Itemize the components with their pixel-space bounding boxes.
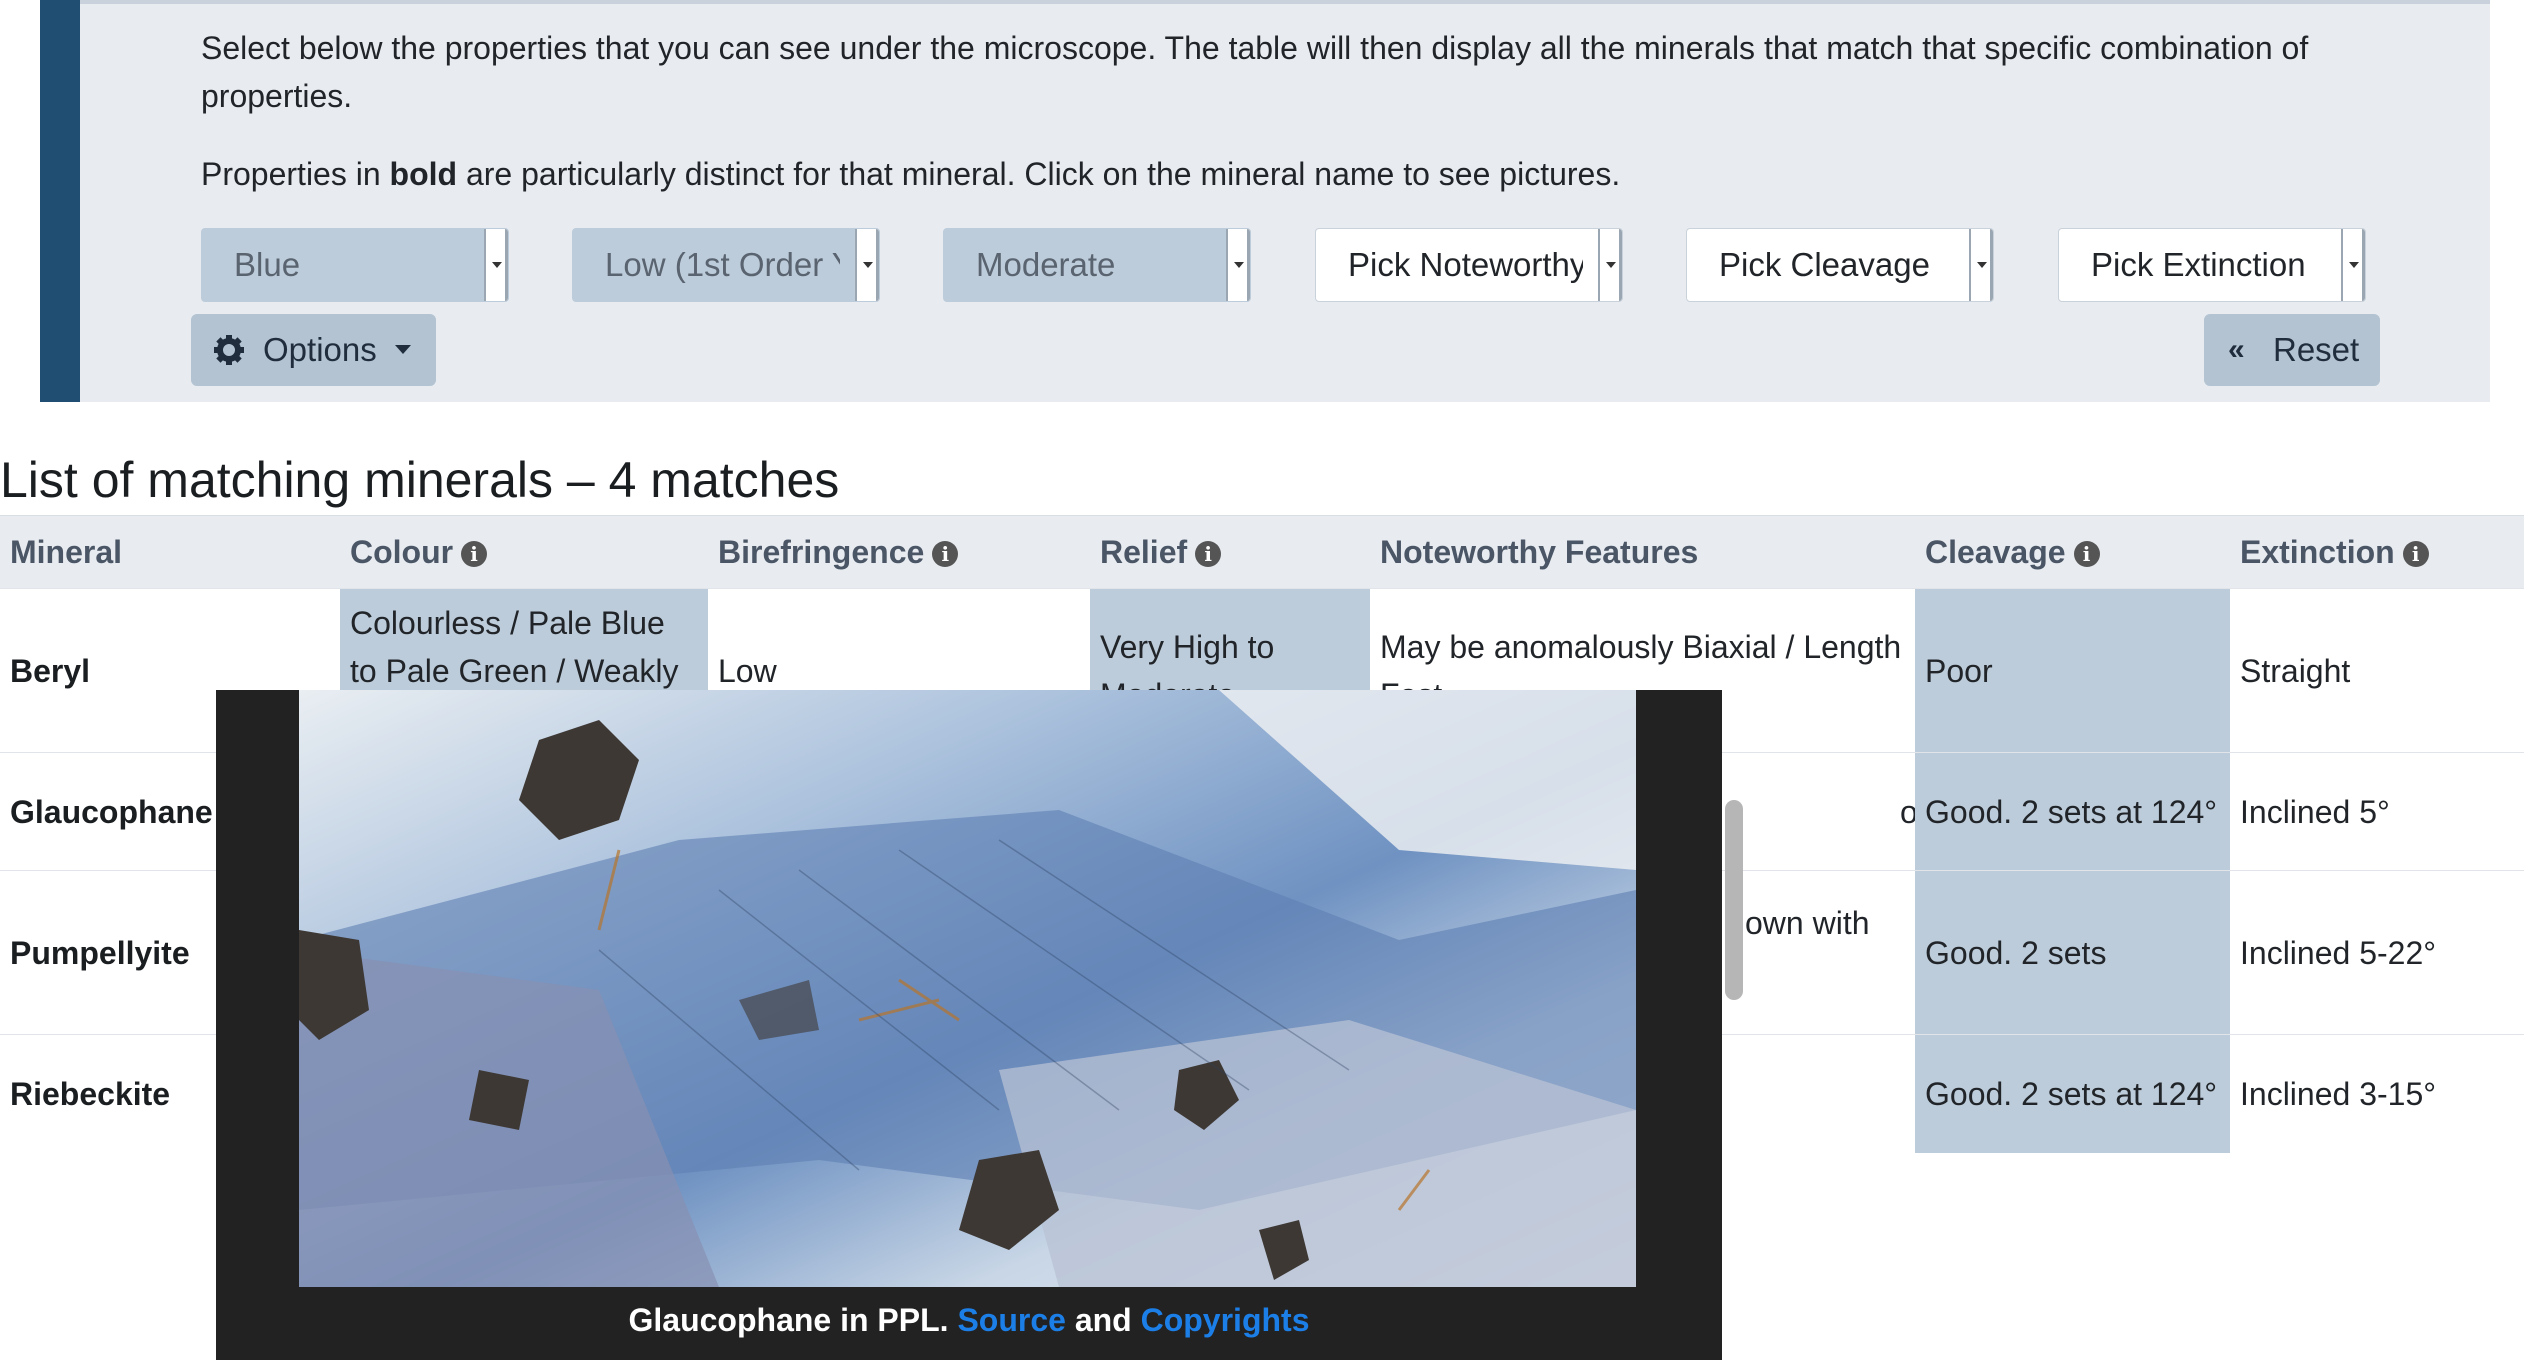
table-header-row: Mineral Colour i Birefringence i Relief i N… xyxy=(0,515,2524,589)
info-icon[interactable]: i xyxy=(2402,541,2429,568)
chevron-down-icon[interactable] xyxy=(1969,229,1993,301)
gear-icon xyxy=(213,314,245,413)
birefringence-select[interactable]: Low (1st Order Ye xyxy=(572,228,880,302)
caption-text: Glaucophane in PPL. xyxy=(628,1302,958,1338)
header-birefringence-label: Birefringence xyxy=(718,533,925,570)
colour-select[interactable]: Blue xyxy=(201,228,509,302)
header-colour[interactable]: Colour i xyxy=(340,515,708,589)
header-cleavage-label: Cleavage xyxy=(1925,533,2066,570)
intro-note-bold: bold xyxy=(389,156,458,192)
extinction-select[interactable]: Pick Extinction xyxy=(2058,228,2366,302)
photo-caption: Glaucophane in PPL. Source and Copyright… xyxy=(216,1290,1722,1350)
noteworthy-select[interactable]: Pick Noteworthy xyxy=(1315,228,1623,302)
header-mineral[interactable]: Mineral xyxy=(0,515,340,589)
caret-down-icon xyxy=(395,345,411,354)
cell-cleavage: Poor xyxy=(1915,588,2230,753)
reset-button-label: Reset xyxy=(2273,331,2360,368)
intro-bold-note: Properties in bold are particularly dist… xyxy=(201,150,1620,198)
chevron-down-icon[interactable] xyxy=(855,229,879,301)
cleavage-select[interactable]: Pick Cleavage xyxy=(1686,228,1994,302)
copyrights-link[interactable]: Copyrights xyxy=(1141,1302,1310,1338)
options-button-label: Options xyxy=(263,331,377,368)
header-extinction-label: Extinction xyxy=(2240,533,2395,570)
noteworthy-select-value: Pick Noteworthy xyxy=(1348,246,1583,283)
header-extinction[interactable]: Extinction i xyxy=(2230,515,2524,589)
cell-cleavage: Good. 2 sets xyxy=(1915,870,2230,1035)
cell-extinction: Inclined 5° xyxy=(2230,752,2524,871)
chevron-down-icon[interactable] xyxy=(484,229,508,301)
cell-extinction: Straight xyxy=(2230,588,2524,753)
cleavage-select-value: Pick Cleavage xyxy=(1719,246,1930,283)
relief-select[interactable]: Moderate xyxy=(943,228,1251,302)
cell-cleavage: Good. 2 sets at 124° xyxy=(1915,752,2230,871)
options-button[interactable]: Options xyxy=(191,314,436,386)
mineral-photo xyxy=(299,690,1636,1287)
mineral-image-popup[interactable]: Glaucophane in PPL. Source and Copyright… xyxy=(216,690,1722,1360)
info-icon[interactable]: i xyxy=(2073,541,2100,568)
header-relief-label: Relief xyxy=(1100,533,1188,570)
extinction-select-value: Pick Extinction xyxy=(2091,246,2306,283)
chevron-down-icon[interactable] xyxy=(1598,229,1622,301)
reset-button[interactable]: « Reset xyxy=(2204,314,2380,386)
cell-extinction: Inclined 5-22° xyxy=(2230,870,2524,1035)
results-title: List of matching minerals – 4 matches xyxy=(0,452,840,508)
info-icon[interactable]: i xyxy=(932,541,959,568)
cell-extinction: Inclined 3-15° xyxy=(2230,1034,2524,1153)
relief-select-value: Moderate xyxy=(976,246,1116,283)
header-birefringence[interactable]: Birefringence i xyxy=(708,515,1090,589)
double-chevron-left-icon: « xyxy=(2228,333,2245,366)
intro-note-prefix: Properties in xyxy=(201,156,390,192)
popup-scrollbar[interactable] xyxy=(1725,800,1743,1000)
cell-cleavage: Good. 2 sets at 124° xyxy=(1915,1034,2230,1153)
chevron-down-icon[interactable] xyxy=(1226,229,1250,301)
panel-accent-bar xyxy=(40,0,80,402)
intro-text: Select below the properties that you can… xyxy=(201,30,2309,114)
chevron-down-icon[interactable] xyxy=(2341,229,2365,301)
caption-and: and xyxy=(1065,1302,1141,1338)
info-icon[interactable]: i xyxy=(1195,541,1222,568)
intro-note-suffix: are particularly distinct for that miner… xyxy=(457,156,1621,192)
colour-select-value: Blue xyxy=(234,246,301,283)
birefringence-select-value: Low (1st Order Ye xyxy=(605,246,840,283)
source-link[interactable]: Source xyxy=(957,1302,1065,1338)
info-icon[interactable]: i xyxy=(461,541,488,568)
panel-top-border xyxy=(80,0,2490,4)
header-cleavage[interactable]: Cleavage i xyxy=(1915,515,2230,589)
header-colour-label: Colour xyxy=(350,533,454,570)
header-noteworthy[interactable]: Noteworthy Features xyxy=(1370,515,1915,589)
header-relief[interactable]: Relief i xyxy=(1090,515,1370,589)
